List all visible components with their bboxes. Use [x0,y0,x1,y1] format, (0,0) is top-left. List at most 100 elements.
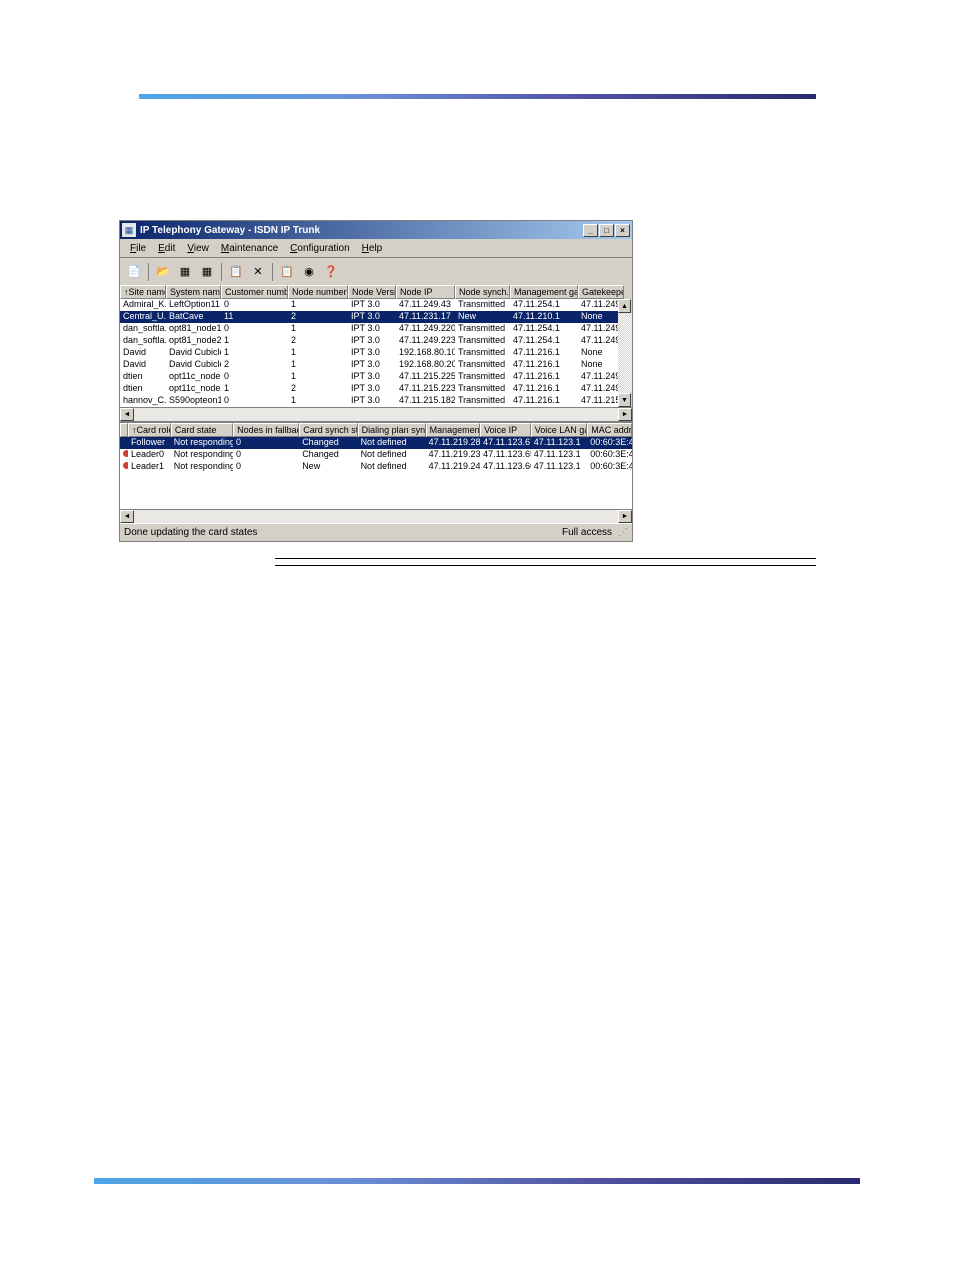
open-icon[interactable]: 📂 [153,262,173,282]
col-nodes-fallback[interactable]: Nodes in fallback [233,423,299,437]
cell: 47.11.215.225 [396,371,455,383]
col-voice-ip[interactable]: Voice IP [480,423,531,437]
delete-icon[interactable]: ✕ [248,262,268,282]
col-voice-lan[interactable]: Voice LAN gatew... [531,423,587,437]
col-gatekeeper[interactable]: Gatekeepe [578,285,624,299]
table-row[interactable]: dtienopt11c_node212IPT 3.047.11.215.223T… [120,383,632,395]
grid1-icon[interactable]: ▦ [175,262,195,282]
col-card-state[interactable]: Card state [171,423,233,437]
cell: 1 [221,347,288,359]
scroll-left-icon[interactable]: ◄ [120,408,134,421]
cell: opt11c_node1 [166,371,221,383]
titlebar: ▦ IP Telephony Gateway - ISDN IP Trunk _… [120,221,632,239]
maximize-button[interactable]: □ [599,224,614,237]
scroll-track[interactable] [618,313,632,393]
table-row[interactable]: Admiral_K...LeftOption1101IPT 3.047.11.2… [120,299,632,311]
col-mac[interactable]: MAC address [587,423,632,437]
table-row[interactable]: Central_U...BatCave112IPT 3.047.11.231.1… [120,311,632,323]
col-site-name[interactable]: ↑Site name [120,285,166,299]
close-button[interactable]: × [615,224,630,237]
grid2-icon[interactable]: ▦ [197,262,217,282]
cell: Transmitted [455,323,510,335]
cell: 47.11.210.1 [510,311,578,323]
paste-icon[interactable]: 📋 [277,262,297,282]
cell: 192.168.80.20 [396,359,455,371]
cell: Not defined [358,437,426,449]
cell: 1 [288,395,348,407]
cell: Transmitted [455,347,510,359]
table-row[interactable]: dtienopt11c_node101IPT 3.047.11.215.225T… [120,371,632,383]
nodes-grid: ↑Site name System name Customer number N… [120,285,632,421]
table-row[interactable]: DavidDavid Cubicle11IPT 3.0192.168.80.10… [120,347,632,359]
menubar: File Edit View Maintenance Configuration… [120,239,632,257]
table-row[interactable]: DavidDavid Cubicle21IPT 3.0192.168.80.20… [120,359,632,371]
cell: Transmitted [455,359,510,371]
cell: 00:60:3E:44: [587,461,632,473]
table-row[interactable]: hannov_C...S590opteon1101IPT 3.047.11.21… [120,395,632,407]
menu-help[interactable]: Help [356,241,389,256]
col-node-number[interactable]: Node number [288,285,348,299]
cell: 47.11.254.1 [510,299,578,311]
table-row[interactable]: dan_softla...opt81_node212IPT 3.047.11.2… [120,335,632,347]
cell: 2 [221,359,288,371]
col-node-ip[interactable]: Node IP [396,285,455,299]
minimize-button[interactable]: _ [583,224,598,237]
col-dialing-plan[interactable]: Dialing plan synch... [358,423,426,437]
copy-icon[interactable]: 📋 [226,262,246,282]
menu-maintenance[interactable]: Maintenance [215,241,284,256]
cell: 47.11.123.67 [480,437,531,449]
help-icon[interactable]: ❓ [321,262,341,282]
scroll-track[interactable] [134,408,618,421]
scroll-right-icon[interactable]: ► [618,408,632,421]
cell: David Cubicle [166,347,221,359]
scroll-up-icon[interactable]: ▲ [618,299,631,313]
menu-edit[interactable]: Edit [152,241,181,256]
table-row[interactable]: Leader1Not responding0NewNot defined47.1… [120,461,632,473]
table-row[interactable]: dan_softla...opt81_node101IPT 3.047.11.2… [120,323,632,335]
cell: 2 [288,335,348,347]
menu-file[interactable]: File [124,241,152,256]
cell: David [120,359,166,371]
scroll-left-icon[interactable]: ◄ [120,510,134,523]
cell: 1 [288,299,348,311]
col-node-version[interactable]: Node Version [348,285,396,299]
cell: opt81_node1 [166,323,221,335]
cell: 47.11.231.17 [396,311,455,323]
scroll-down-icon[interactable]: ▼ [618,393,631,407]
horizontal-scrollbar[interactable]: ◄ ► [120,509,632,523]
menu-configuration[interactable]: Configuration [284,241,356,256]
cell: IPT 3.0 [348,359,396,371]
cell: 0 [233,449,299,461]
cell: 0 [221,371,288,383]
scroll-track[interactable] [134,510,618,523]
row-marker [120,437,128,449]
resize-grip-icon[interactable]: ⋰ [618,527,628,538]
cell: Transmitted [455,335,510,347]
toolbar-separator [148,263,149,281]
cell: 47.11.219.24 [426,461,481,473]
scroll-right-icon[interactable]: ► [618,510,632,523]
col-mgmt-gateway[interactable]: Management gat... [510,285,578,299]
cell: BatCave [166,311,221,323]
horizontal-scrollbar[interactable]: ◄ ► [120,407,632,421]
toolbar-separator [221,263,222,281]
cell: opt11c_node2 [166,383,221,395]
cell: Not responding [171,437,233,449]
col-mgmt-ip[interactable]: Management IP [426,423,481,437]
vertical-scrollbar[interactable]: ▲ ▼ [618,299,632,407]
cell: Transmitted [455,371,510,383]
table-row[interactable]: Leader0Not responding0ChangedNot defined… [120,449,632,461]
col-system-name[interactable]: System name [166,285,221,299]
col-card-role[interactable]: ↑Card role [128,423,171,437]
col-customer-number[interactable]: Customer number [221,285,288,299]
col-node-synch[interactable]: Node synch... [455,285,510,299]
sync-icon[interactable]: ◉ [299,262,319,282]
new-icon[interactable]: 📄 [124,262,144,282]
cell: 47.11.216.1 [510,371,578,383]
table-row[interactable]: FollowerNot responding0ChangedNot define… [120,437,632,449]
cell: IPT 3.0 [348,323,396,335]
cell: 47.11.219.28 [426,437,481,449]
cell: 47.11.123.1 [531,461,587,473]
col-card-synch[interactable]: Card synch status [299,423,357,437]
menu-view[interactable]: View [181,241,215,256]
